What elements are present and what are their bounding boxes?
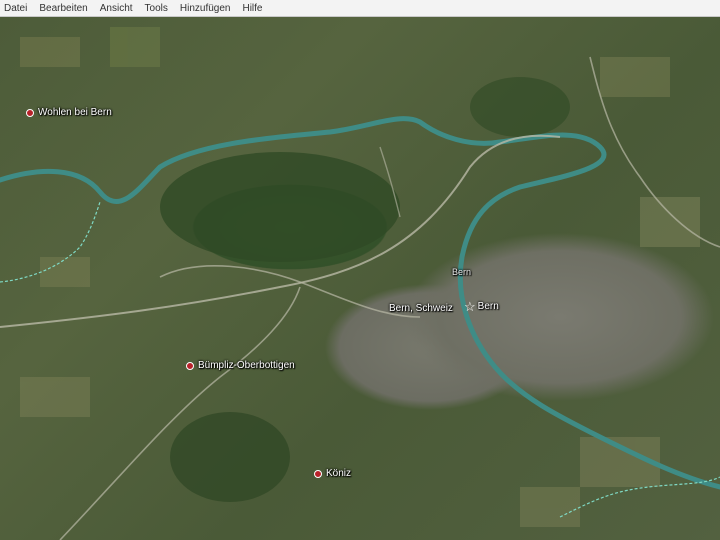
place-bern-region[interactable]: Bern bbox=[452, 267, 471, 277]
forest-area bbox=[470, 77, 570, 137]
place-bern-schweiz[interactable]: Bern, Schweiz bbox=[389, 303, 453, 314]
menu-tools[interactable]: Tools bbox=[145, 0, 168, 17]
forest-area bbox=[170, 412, 290, 502]
map-overlay bbox=[0, 27, 720, 540]
red-dot-icon bbox=[186, 361, 194, 370]
menu-bar: Datei Bearbeiten Ansicht Tools Hinzufüge… bbox=[0, 0, 720, 17]
place-label: Bümpliz-Oberbottigen bbox=[198, 360, 295, 371]
red-dot-icon bbox=[26, 108, 34, 117]
field-patches bbox=[20, 27, 700, 527]
place-label: Bern, Schweiz bbox=[389, 303, 453, 314]
road bbox=[59, 286, 301, 540]
place-koniz[interactable]: Köniz bbox=[314, 468, 351, 479]
satellite-map-view[interactable]: Wohlen bei Bern Bern Bern, Schweiz ☆ Ber… bbox=[0, 17, 720, 540]
menu-hinzufuegen[interactable]: Hinzufügen bbox=[180, 0, 231, 17]
place-label: Bern bbox=[477, 301, 499, 312]
menu-hilfe[interactable]: Hilfe bbox=[242, 0, 262, 17]
star-icon: ☆ bbox=[464, 299, 476, 314]
place-label: Köniz bbox=[326, 468, 352, 479]
place-wohlen[interactable]: Wohlen bei Bern bbox=[26, 107, 112, 118]
place-label: Bern bbox=[452, 267, 472, 277]
menu-datei[interactable]: Datei bbox=[4, 0, 27, 17]
forest-area bbox=[160, 152, 400, 262]
menu-ansicht[interactable]: Ansicht bbox=[100, 0, 133, 17]
place-bern-capital[interactable]: ☆ Bern bbox=[464, 300, 499, 313]
place-bumpliz[interactable]: Bümpliz-Oberbottigen bbox=[186, 360, 295, 371]
menu-bearbeiten[interactable]: Bearbeiten bbox=[39, 0, 87, 17]
road bbox=[159, 265, 421, 318]
red-dot-icon bbox=[314, 469, 322, 478]
place-label: Wohlen bei Bern bbox=[38, 107, 112, 118]
